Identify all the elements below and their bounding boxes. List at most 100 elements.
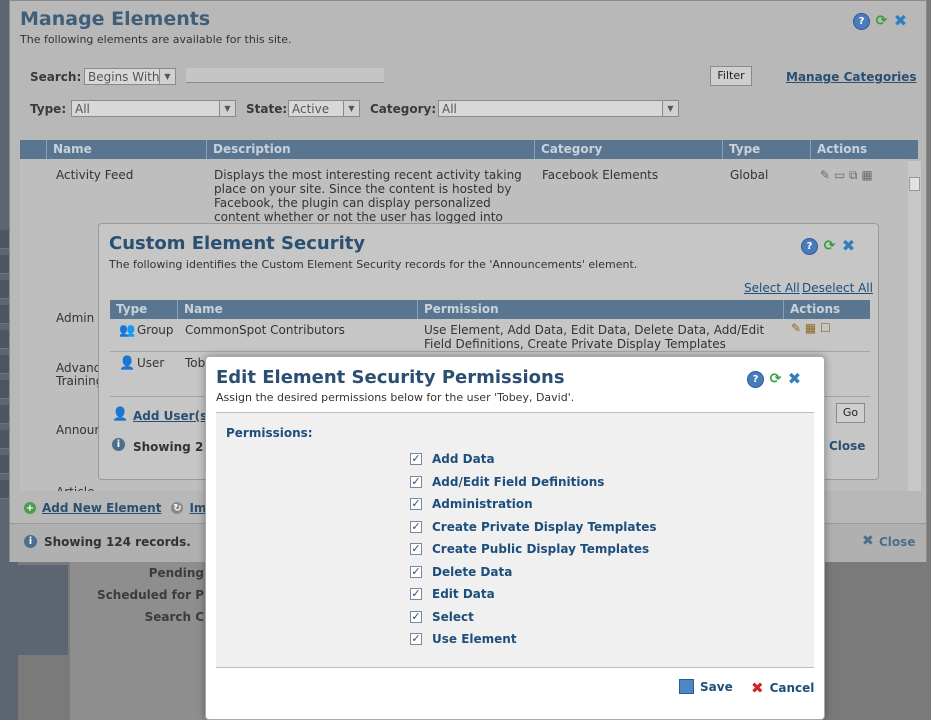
manage-elements-title: Manage Elements: [20, 8, 211, 30]
background-nav: [0, 565, 68, 655]
permission-item[interactable]: ✓ Add Data: [410, 452, 495, 466]
search-label: Search:: [30, 70, 82, 84]
close-icon[interactable]: ✖: [787, 369, 802, 388]
security-row-name: CommonSpot Contributors: [185, 323, 345, 337]
security-table-header: Type Name Permission Actions: [110, 300, 870, 319]
security-row-permission: Use Element, Add Data, Edit Data, Delete…: [424, 323, 765, 351]
help-icon[interactable]: ?: [801, 238, 818, 255]
info-icon: i: [24, 535, 37, 548]
row-description: Displays the most interesting recent act…: [214, 168, 522, 224]
permission-item[interactable]: ✓ Edit Data: [410, 587, 495, 601]
permission-checkbox[interactable]: ✓: [410, 610, 422, 623]
column-actions: Actions: [790, 302, 841, 316]
row-name: Announ: [56, 423, 102, 437]
select-all-link[interactable]: Select All: [744, 281, 800, 295]
refresh-icon[interactable]: ⟳: [822, 238, 837, 254]
user-icon: 👤: [119, 356, 136, 371]
column-type[interactable]: Type: [110, 300, 178, 319]
state-value: Active: [292, 102, 330, 116]
save-label: Save: [700, 679, 733, 694]
type-label: Type:: [30, 102, 67, 116]
row-name-continued: Training: [56, 374, 104, 388]
manage-elements-icons: ? ⟳ ✖: [853, 11, 908, 30]
permission-label: Create Public Display Templates: [432, 542, 650, 556]
category-label: Category:: [370, 102, 437, 116]
records-count: Showing 124 records.: [44, 535, 191, 549]
row-category: Facebook Elements: [542, 168, 659, 182]
permission-label: Select: [432, 609, 474, 624]
permission-checkbox[interactable]: ✓: [410, 633, 422, 645]
refresh-icon[interactable]: ⟳: [768, 371, 783, 387]
permission-item[interactable]: ✓ Administration: [410, 497, 533, 511]
search-input[interactable]: [186, 68, 384, 83]
security-close-button[interactable]: Close: [829, 439, 865, 453]
permissions-label: Permissions:: [226, 426, 313, 440]
permission-label: Edit Data: [432, 587, 495, 601]
refresh-icon[interactable]: ⟳: [874, 13, 889, 29]
category-select[interactable]: All ▼: [438, 100, 679, 117]
background-label: Search C: [144, 610, 204, 624]
type-value: All: [75, 102, 90, 116]
cancel-button[interactable]: ✖ Cancel: [751, 679, 814, 697]
state-select[interactable]: Active ▼: [288, 100, 360, 117]
security-records-count: Showing 2: [133, 440, 204, 454]
permission-item[interactable]: ✓ Use Element: [410, 632, 517, 646]
row-divider: [110, 351, 870, 352]
manage-elements-subtitle: The following elements are available for…: [20, 33, 292, 46]
column-description[interactable]: Description: [207, 140, 535, 159]
table-scrollbar[interactable]: [908, 161, 921, 491]
row-action-icons[interactable]: ✎ ▭ ⧉ ▦: [820, 168, 873, 182]
close-icon[interactable]: ✖: [862, 533, 874, 549]
type-select[interactable]: All ▼: [71, 100, 236, 117]
plus-icon: +: [24, 502, 36, 514]
chevron-down-icon: ▼: [159, 69, 175, 84]
security-row-name: Tob: [185, 356, 206, 370]
permission-checkbox[interactable]: ✓: [410, 475, 422, 488]
permission-checkbox[interactable]: ✓: [410, 543, 422, 555]
row-action-icons[interactable]: ✎ ▦ ☐: [791, 321, 831, 335]
add-user-icon: 👤: [112, 407, 129, 422]
help-icon[interactable]: ?: [853, 13, 870, 30]
import-icon: ↻: [171, 502, 184, 514]
permission-checkbox[interactable]: ✓: [410, 565, 422, 578]
help-icon[interactable]: ?: [747, 371, 764, 388]
permission-checkbox[interactable]: ✓: [410, 520, 422, 533]
info-icon: i: [112, 438, 125, 451]
filter-button[interactable]: Filter: [710, 66, 752, 86]
search-mode-select[interactable]: Begins With ▼: [84, 68, 176, 85]
cancel-label: Cancel: [769, 681, 815, 695]
add-new-element-link[interactable]: Add New Element: [42, 501, 161, 515]
column-type[interactable]: Type: [723, 140, 811, 159]
column-name[interactable]: Name: [47, 140, 207, 159]
security-icons: ? ⟳ ✖: [801, 236, 856, 255]
deselect-all-link[interactable]: Deselect All: [802, 281, 873, 295]
permission-item[interactable]: ✓ Create Private Display Templates: [410, 520, 657, 534]
elements-table-header: Name Description Category Type Actions: [20, 140, 918, 159]
permission-item[interactable]: ✓ Add/Edit Field Definitions: [410, 475, 604, 489]
close-icon[interactable]: ✖: [893, 11, 908, 30]
column-category[interactable]: Category: [535, 140, 723, 159]
permission-checkbox[interactable]: ✓: [410, 498, 422, 510]
permission-label: Administration: [432, 497, 533, 511]
permission-item[interactable]: ✓ Create Public Display Templates: [410, 542, 649, 556]
column-name[interactable]: Name: [178, 300, 418, 319]
permission-item[interactable]: ✓ Select: [410, 610, 474, 624]
close-icon[interactable]: ✖: [841, 236, 856, 255]
go-button[interactable]: Go: [836, 403, 865, 423]
edit-permissions-dialog: Edit Element Security Permissions Assign…: [205, 356, 825, 720]
row-type: Global: [730, 168, 769, 182]
permission-item[interactable]: ✓ Delete Data: [410, 565, 512, 579]
permission-checkbox[interactable]: ✓: [410, 588, 422, 600]
row-name: Advanc: [56, 361, 101, 375]
save-button[interactable]: Save: [679, 679, 733, 694]
permission-label: Add Data: [432, 452, 495, 466]
permission-checkbox[interactable]: ✓: [410, 453, 422, 465]
add-new-element-area[interactable]: + Add New Element ↻ Imp: [24, 501, 215, 515]
close-button[interactable]: Close: [879, 535, 915, 549]
background-label: Pending: [148, 566, 204, 580]
group-icon: 👥: [119, 323, 136, 338]
edit-permissions-subtitle: Assign the desired permissions below for…: [216, 391, 575, 404]
add-users-link[interactable]: Add User(s: [133, 409, 207, 423]
manage-categories-link[interactable]: Manage Categories: [786, 70, 917, 84]
scrollbar-thumb[interactable]: [909, 177, 920, 191]
